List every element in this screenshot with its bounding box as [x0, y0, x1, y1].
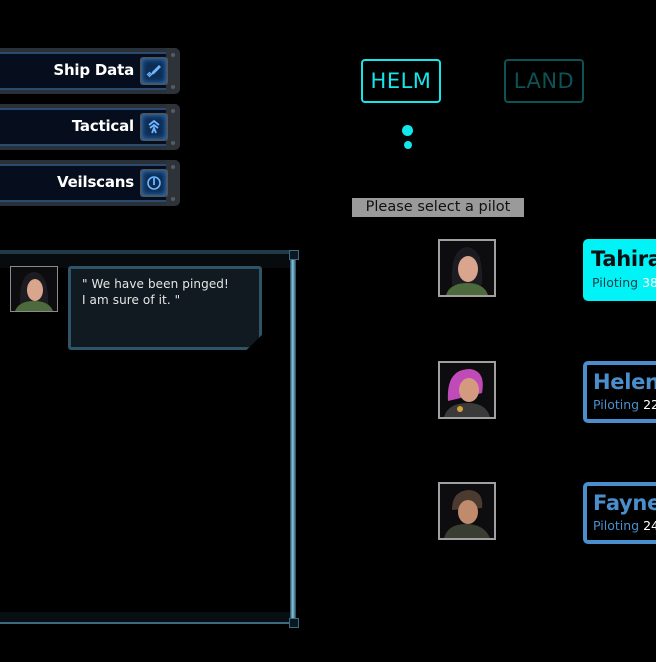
veilscans-button[interactable]: Veilscans	[0, 160, 180, 206]
veilscans-label: Veilscans	[57, 173, 134, 191]
button-cap	[166, 104, 180, 150]
button-cap	[166, 48, 180, 94]
scan-icon	[140, 169, 168, 197]
tactical-icon	[140, 113, 168, 141]
pilot-name: Tahira	[591, 247, 656, 271]
panel-corner	[289, 250, 299, 260]
panel-corner	[289, 618, 299, 628]
dialogue-line: " We have been pinged!	[82, 277, 229, 291]
pilot-stat-value: 22	[643, 397, 656, 412]
ship-data-button[interactable]: Ship Data	[0, 48, 180, 94]
pilot-name: Helen	[593, 370, 656, 394]
land-button[interactable]: LAND	[504, 59, 584, 103]
pilot-stat-label: Piloting	[593, 518, 640, 533]
indicator-dot	[402, 125, 413, 136]
pilot-portrait-tahira[interactable]	[438, 239, 496, 297]
pilot-portrait-fayne[interactable]	[438, 482, 496, 540]
select-pilot-prompt: Please select a pilot	[352, 198, 524, 217]
pilot-stat-label: Piloting	[592, 275, 639, 290]
portrait-tahira-icon	[440, 241, 494, 295]
panel-border-bottom	[0, 622, 296, 624]
speaker-portrait	[10, 266, 58, 312]
button-cap	[166, 160, 180, 206]
portrait-fayne-icon	[440, 484, 494, 538]
pilot-stat-value: 38	[642, 275, 656, 290]
pilot-name: Fayne	[593, 491, 656, 515]
pilot-stat-label: Piloting	[593, 397, 640, 412]
portrait-tahira-icon	[11, 267, 57, 311]
pilot-card-fayne[interactable]: Fayne Piloting 24	[583, 482, 656, 544]
tactical-label: Tactical	[71, 117, 134, 135]
pilot-card-tahira[interactable]: Tahira Piloting 38	[583, 239, 656, 301]
portrait-helen-icon	[440, 363, 494, 417]
helm-button[interactable]: HELM	[361, 59, 441, 103]
panel-scrollbar[interactable]	[290, 252, 296, 624]
indicator-dot	[404, 141, 412, 149]
rocket-icon	[140, 57, 168, 85]
pilot-portrait-helen[interactable]	[438, 361, 496, 419]
pilot-card-helen[interactable]: Helen Piloting 22	[583, 361, 656, 423]
ship-data-label: Ship Data	[53, 61, 134, 79]
tactical-button[interactable]: Tactical	[0, 104, 180, 150]
dialogue-line: I am sure of it. "	[82, 293, 181, 307]
pilot-stat-value: 24	[643, 518, 656, 533]
